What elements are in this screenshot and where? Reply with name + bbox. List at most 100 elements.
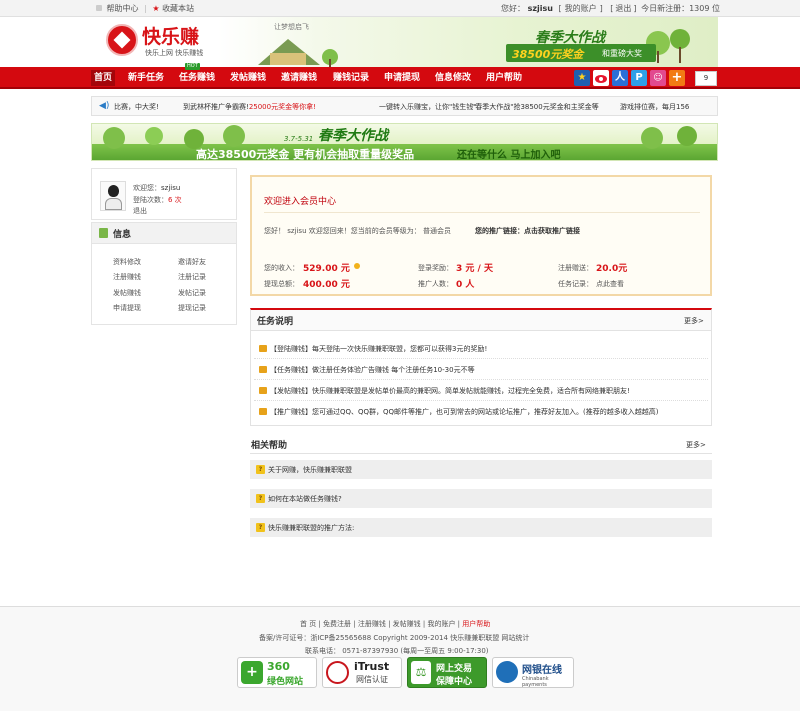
income-label: 您的收入：	[264, 264, 299, 272]
badge-trade-guarantee[interactable]: ⚖ 网上交易 保障中心	[407, 657, 487, 688]
help-icon	[96, 5, 102, 11]
avatar	[100, 181, 126, 211]
withdraw-label: 提现总额：	[264, 280, 299, 288]
sidebar-link-reg-records[interactable]: 注册记录	[178, 272, 206, 282]
promo-date: 3.7-5.31	[284, 135, 314, 143]
help-center-link[interactable]: 帮助中心	[107, 4, 139, 13]
help-title: 相关帮助	[251, 441, 288, 451]
house-illustration	[258, 39, 338, 67]
sidebar-link-invite[interactable]: 邀请好友	[178, 257, 206, 267]
divider	[250, 453, 712, 454]
help-item-text: 关于网赚，快乐赚兼职联盟	[268, 466, 352, 474]
sidebar-link-withdraw[interactable]: 申请提现	[113, 303, 141, 313]
logout-link[interactable]: 退出	[615, 4, 631, 13]
task-text: 【发帖赚钱】快乐赚兼职联盟是发帖单价最高的兼职网。简单发帖就能赚钱，过程完全免费…	[270, 387, 630, 395]
logo-text[interactable]: 快乐赚	[142, 22, 199, 49]
reg-reward-value: 20.0元	[596, 264, 628, 274]
question-icon: ?	[256, 494, 265, 503]
share-kaixin-icon[interactable]: ☺	[650, 70, 666, 86]
nav-home[interactable]: 首页	[91, 70, 116, 86]
chinabank-icon	[496, 661, 518, 683]
login-reward-value: 3 元 / 天	[456, 264, 493, 274]
tasks-more-link[interactable]: 更多>	[684, 316, 704, 326]
topbar-username[interactable]: szjisu	[528, 4, 553, 13]
welcome-line: 欢迎您：szjisu	[133, 184, 181, 192]
sidebar-link-reg-earn[interactable]: 注册赚钱	[113, 272, 141, 282]
shield-icon: ⚖	[411, 661, 431, 684]
nav-post-earn[interactable]: 发帖赚钱	[227, 70, 269, 86]
footer-icp: 备案/许可证号：浙ICP备25565688 Copyright 2009-201…	[259, 634, 530, 642]
withdraw-value: 400.00 元	[303, 280, 350, 290]
task-icon	[259, 408, 267, 415]
nav-earn-records[interactable]: 赚钱记录	[330, 70, 372, 86]
sidebar-logout-link[interactable]: 退出	[133, 206, 147, 216]
task-icon	[259, 345, 267, 352]
badge-itrust[interactable]: iTrust 网信认证	[322, 657, 402, 688]
trees-illustration-right	[641, 126, 697, 149]
info-panel-title: 信息	[113, 230, 132, 240]
today-registrations: 今日新注册：1309 位	[641, 4, 720, 13]
help-item-text: 快乐赚兼职联盟的推广方法:	[268, 524, 355, 532]
help-item-text: 如何在本站做任务赚钱?	[268, 495, 342, 503]
help-more-link[interactable]: 更多>	[686, 440, 706, 450]
coin-icon	[354, 263, 360, 269]
header-banner-more: 和重磅大奖	[602, 49, 642, 58]
login-count-line: 登陆次数：6 次	[133, 196, 182, 204]
task-text: 【任务赚钱】做注册任务体验广告赚钱 每个注册任务10-30元不等	[270, 366, 475, 374]
share-qzone-icon[interactable]: ★	[574, 70, 590, 86]
topbar-right: 您好： szjisu [我的账户] [退出] 今日新注册：1309 位	[501, 4, 720, 13]
reg-reward-label: 注册赠送：	[558, 264, 593, 272]
sidebar-link-post-records[interactable]: 发帖记录	[178, 288, 206, 298]
info-icon	[99, 228, 108, 238]
sidebar-link-withdraw-records[interactable]: 提现记录	[178, 303, 206, 313]
nav-newbie-tasks[interactable]: 新手任务	[125, 70, 167, 86]
header-slogan: 让梦想启飞	[274, 23, 309, 31]
footer-phone: 联系电话： 0571-87397930 (每周一至周五 9:00-17:30)	[305, 647, 489, 655]
share-count: 9	[695, 71, 717, 86]
welcome-intro: 您好！ szjisu 欢迎您回来！您当前的会员等级为： 普通会员	[264, 227, 451, 235]
ticker-item[interactable]: 一键转入乐赚宝，让你"钱生钱"	[379, 102, 476, 112]
nav-invite-earn[interactable]: 邀请赚钱	[278, 70, 320, 86]
promo-link[interactable]: 您的推广链接：点击获取推广链接	[475, 226, 580, 236]
nav-withdraw[interactable]: 申请提现	[381, 70, 423, 86]
task-text: 【登陆赚钱】每天登陆一次快乐赚兼职联盟，您都可以获得3元的奖励!	[270, 345, 488, 353]
task-text: 【推广赚钱】您可通过QQ、QQ群，QQ邮件等推广，也可到常去的网站或论坛推广，推…	[270, 408, 659, 416]
share-more-icon[interactable]: +	[669, 70, 685, 86]
tasks-title: 任务说明	[257, 317, 294, 327]
badge-360[interactable]: + 360 绿色网站	[237, 657, 317, 688]
tasks-header	[251, 310, 711, 331]
sidebar-link-post-earn[interactable]: 发帖赚钱	[113, 288, 141, 298]
badge-chinabank[interactable]: 网银在线 Chinabank payments	[492, 657, 574, 688]
add-favorite-link[interactable]: 收藏本站	[162, 4, 194, 13]
ticker-item[interactable]: "春季大作战"抢38500元奖金和主奖金等	[472, 102, 599, 112]
footer-links[interactable]: 首 页 | 免费注册 | 注册赚钱 | 发帖赚钱 | 我的账户 | 用户帮助	[300, 619, 490, 629]
news-ticker: ◀) 比赛，中大奖! 到武林杯推广争霸赛!25000元奖金等你拿! 一键转入乐赚…	[91, 96, 718, 116]
logo-subtitle: 快乐上网 快乐赚钱	[145, 49, 204, 57]
promoters-value: 0 人	[456, 280, 475, 290]
nav-user-help[interactable]: 用户帮助	[483, 70, 525, 86]
share-renren-icon[interactable]: 人	[612, 70, 628, 86]
ticker-item[interactable]: 比赛，中大奖!	[114, 102, 159, 112]
speaker-icon: ◀)	[99, 101, 110, 111]
plus-icon: +	[241, 661, 263, 684]
topbar-left: 帮助中心 | ★ 收藏本站	[96, 3, 194, 14]
ticker-item[interactable]: 游戏排位赛，每月156	[620, 102, 689, 112]
separator: |	[144, 4, 147, 13]
promoters-label: 推广人数：	[418, 280, 453, 288]
sidebar-link-edit-profile[interactable]: 资料修改	[113, 257, 141, 267]
task-records-label: 任务记录：	[558, 280, 593, 288]
promo-line2: 还在等什么 马上加入吧	[457, 150, 561, 161]
top-bar: 帮助中心 | ★ 收藏本站 您好： szjisu [我的账户] [退出] 今日新…	[0, 0, 800, 17]
task-records-link[interactable]: 点此查看	[596, 279, 624, 289]
promo-line1: 高达38500元奖金 更有机会抽取重量级奖品	[196, 148, 415, 161]
nav-edit-info[interactable]: 信息修改	[432, 70, 474, 86]
income-value: 529.00 元	[303, 264, 350, 274]
share-weibo-icon[interactable]	[593, 70, 609, 86]
share-pengyou-icon[interactable]: P	[631, 70, 647, 86]
ticker-item[interactable]: 到武林杯推广争霸赛!25000元奖金等你拿!	[183, 102, 316, 112]
welcome-prefix: 您好：	[501, 4, 526, 13]
login-reward-label: 登录奖励：	[418, 264, 453, 272]
hot-badge: HOT	[185, 63, 200, 70]
my-account-link[interactable]: 我的账户	[565, 4, 597, 13]
nav-task-earn[interactable]: 任务赚钱	[176, 70, 218, 86]
